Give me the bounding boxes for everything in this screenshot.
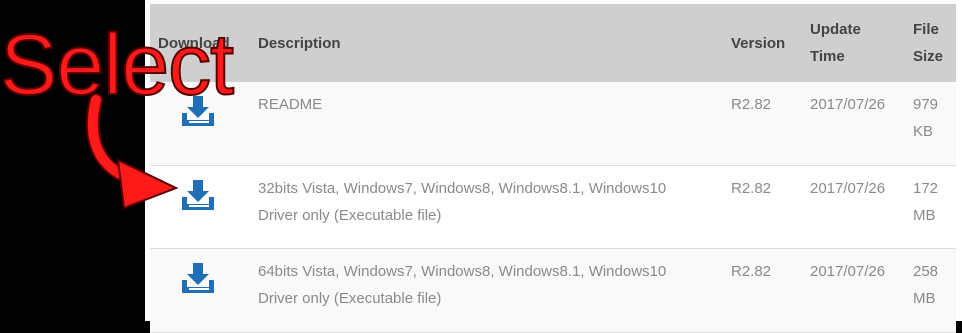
size-unit: MB	[913, 290, 936, 307]
download-icon[interactable]	[182, 263, 214, 293]
date-cell: 2017/07/26	[802, 82, 905, 166]
size-value: 258	[913, 263, 939, 280]
size-cell: 258 MB	[905, 248, 956, 333]
description-cell: README	[250, 82, 723, 166]
description-line1: 64bits Vista, Windows7, Windows8, Window…	[258, 263, 667, 280]
header-description[interactable]: Description	[250, 4, 723, 82]
download-table: Download Description Version Update Time…	[150, 4, 956, 333]
size-cell: 172 MB	[905, 165, 956, 249]
description-cell: 32bits Vista, Windows7, Windows8, Window…	[250, 165, 723, 249]
download-cell	[150, 248, 250, 333]
header-file-size-line1: File	[913, 21, 939, 38]
size-unit: KB	[913, 123, 934, 140]
size-unit: MB	[913, 207, 936, 224]
curved-arrow-icon	[85, 93, 179, 210]
date-cell: 2017/07/26	[802, 248, 905, 333]
header-update-time-line1: Update	[810, 21, 861, 38]
version-cell: R2.82	[723, 82, 802, 166]
description-line1: README	[258, 96, 323, 113]
header-update-time-line2: Time	[810, 48, 845, 65]
description-line2: Driver only (Executable file)	[258, 207, 442, 224]
version-cell: R2.82	[723, 248, 802, 333]
description-line2: Driver only (Executable file)	[258, 290, 442, 307]
size-cell: 979 KB	[905, 82, 956, 166]
version-cell: R2.82	[723, 165, 802, 249]
header-version[interactable]: Version	[723, 4, 802, 82]
table-row: README R2.82 2017/07/26 979 KB	[150, 82, 956, 166]
header-update-time[interactable]: Update Time	[802, 4, 905, 82]
date-cell: 2017/07/26	[802, 165, 905, 249]
description-line1: 32bits Vista, Windows7, Windows8, Window…	[258, 180, 667, 197]
table-row: 64bits Vista, Windows7, Windows8, Window…	[150, 248, 956, 333]
table-row: 32bits Vista, Windows7, Windows8, Window…	[150, 165, 956, 249]
size-value: 172	[913, 180, 939, 197]
description-cell: 64bits Vista, Windows7, Windows8, Window…	[250, 248, 723, 333]
header-file-size-line2: Size	[913, 48, 944, 65]
table-header-row: Download Description Version Update Time…	[150, 4, 956, 82]
size-value: 979	[913, 96, 939, 113]
header-file-size[interactable]: File Size	[905, 4, 956, 82]
